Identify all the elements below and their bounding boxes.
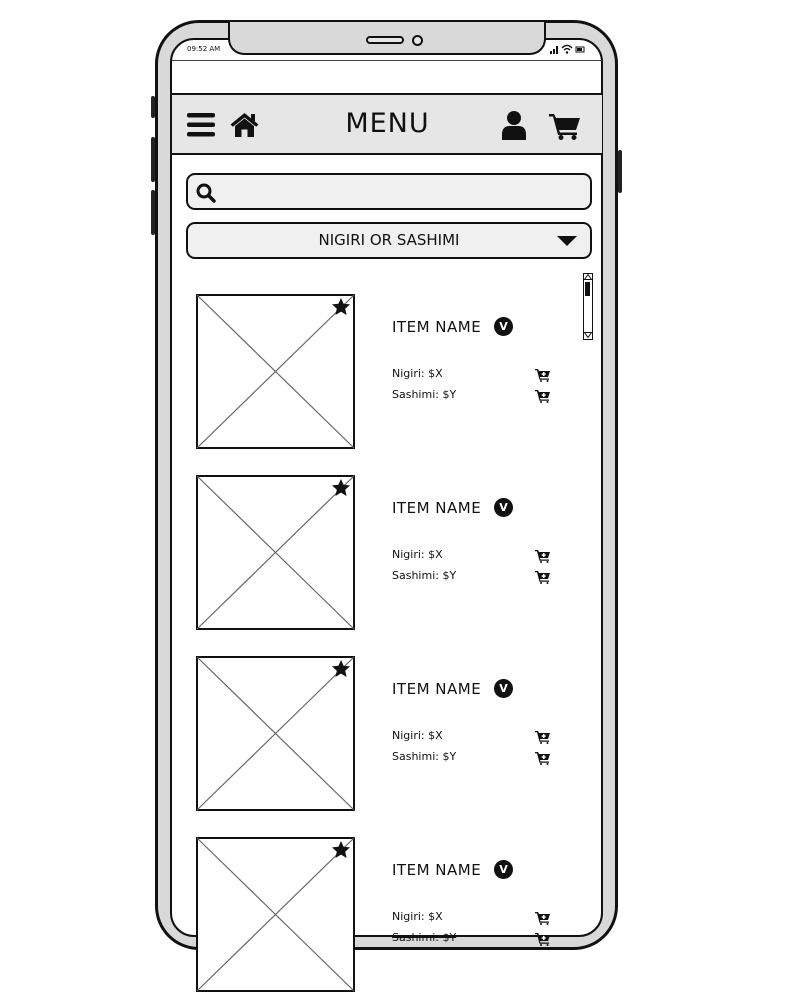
signal-icon bbox=[550, 46, 558, 54]
item-name: ITEM NAME bbox=[392, 861, 482, 879]
add-sashimi-to-cart-icon[interactable] bbox=[535, 932, 551, 946]
nigiri-price: Nigiri: $X bbox=[392, 910, 443, 923]
volume-up-button bbox=[151, 96, 155, 118]
user-icon[interactable] bbox=[501, 110, 527, 140]
dropdown-selected-value: NIGIRI OR SASHIMI bbox=[318, 231, 460, 249]
add-sashimi-to-cart-icon[interactable] bbox=[535, 389, 551, 403]
item-name: ITEM NAME bbox=[392, 499, 482, 517]
status-icons bbox=[550, 44, 585, 54]
nigiri-price: Nigiri: $X bbox=[392, 367, 443, 380]
sashimi-price: Sashimi: $Y bbox=[392, 750, 457, 763]
scroll-down-arrow-icon[interactable] bbox=[584, 332, 592, 338]
sashimi-price: Sashimi: $Y bbox=[392, 931, 457, 944]
chevron-down-icon[interactable] bbox=[556, 235, 578, 247]
home-icon[interactable] bbox=[229, 111, 260, 138]
sashimi-price: Sashimi: $Y bbox=[392, 569, 457, 582]
add-nigiri-to-cart-icon[interactable] bbox=[535, 549, 551, 563]
speaker bbox=[366, 36, 404, 44]
nigiri-price: Nigiri: $X bbox=[392, 729, 443, 742]
add-nigiri-to-cart-icon[interactable] bbox=[535, 911, 551, 925]
add-sashimi-to-cart-icon[interactable] bbox=[535, 570, 551, 584]
front-camera bbox=[412, 35, 423, 46]
nigiri-price: Nigiri: $X bbox=[392, 548, 443, 561]
mute-switch bbox=[151, 190, 155, 235]
add-nigiri-to-cart-icon[interactable] bbox=[535, 368, 551, 382]
item-name: ITEM NAME bbox=[392, 680, 482, 698]
battery-icon bbox=[575, 46, 585, 53]
item-name: ITEM NAME bbox=[392, 318, 482, 336]
item-image-placeholder[interactable] bbox=[196, 475, 355, 630]
item-image-placeholder[interactable] bbox=[196, 656, 355, 811]
add-nigiri-to-cart-icon[interactable] bbox=[535, 730, 551, 744]
power-button bbox=[618, 150, 622, 193]
search-input[interactable] bbox=[222, 178, 586, 206]
wifi-icon bbox=[561, 44, 573, 54]
page-title: MENU bbox=[345, 108, 430, 139]
cart-icon[interactable] bbox=[549, 112, 581, 140]
vegetarian-badge: V bbox=[494, 317, 513, 336]
scroll-up-arrow-icon[interactable] bbox=[584, 274, 592, 280]
item-image-placeholder[interactable] bbox=[196, 837, 355, 992]
status-time: 09:52 AM bbox=[187, 45, 221, 53]
scroll-thumb[interactable] bbox=[585, 282, 590, 296]
hamburger-menu-icon[interactable] bbox=[187, 112, 215, 138]
vegetarian-badge: V bbox=[494, 860, 513, 879]
add-sashimi-to-cart-icon[interactable] bbox=[535, 751, 551, 765]
vegetarian-badge: V bbox=[494, 679, 513, 698]
search-icon[interactable] bbox=[196, 183, 216, 203]
item-image-placeholder[interactable] bbox=[196, 294, 355, 449]
volume-down-button bbox=[151, 137, 155, 182]
screen-divider bbox=[172, 60, 602, 61]
sashimi-price: Sashimi: $Y bbox=[392, 388, 457, 401]
vegetarian-badge: V bbox=[494, 498, 513, 517]
